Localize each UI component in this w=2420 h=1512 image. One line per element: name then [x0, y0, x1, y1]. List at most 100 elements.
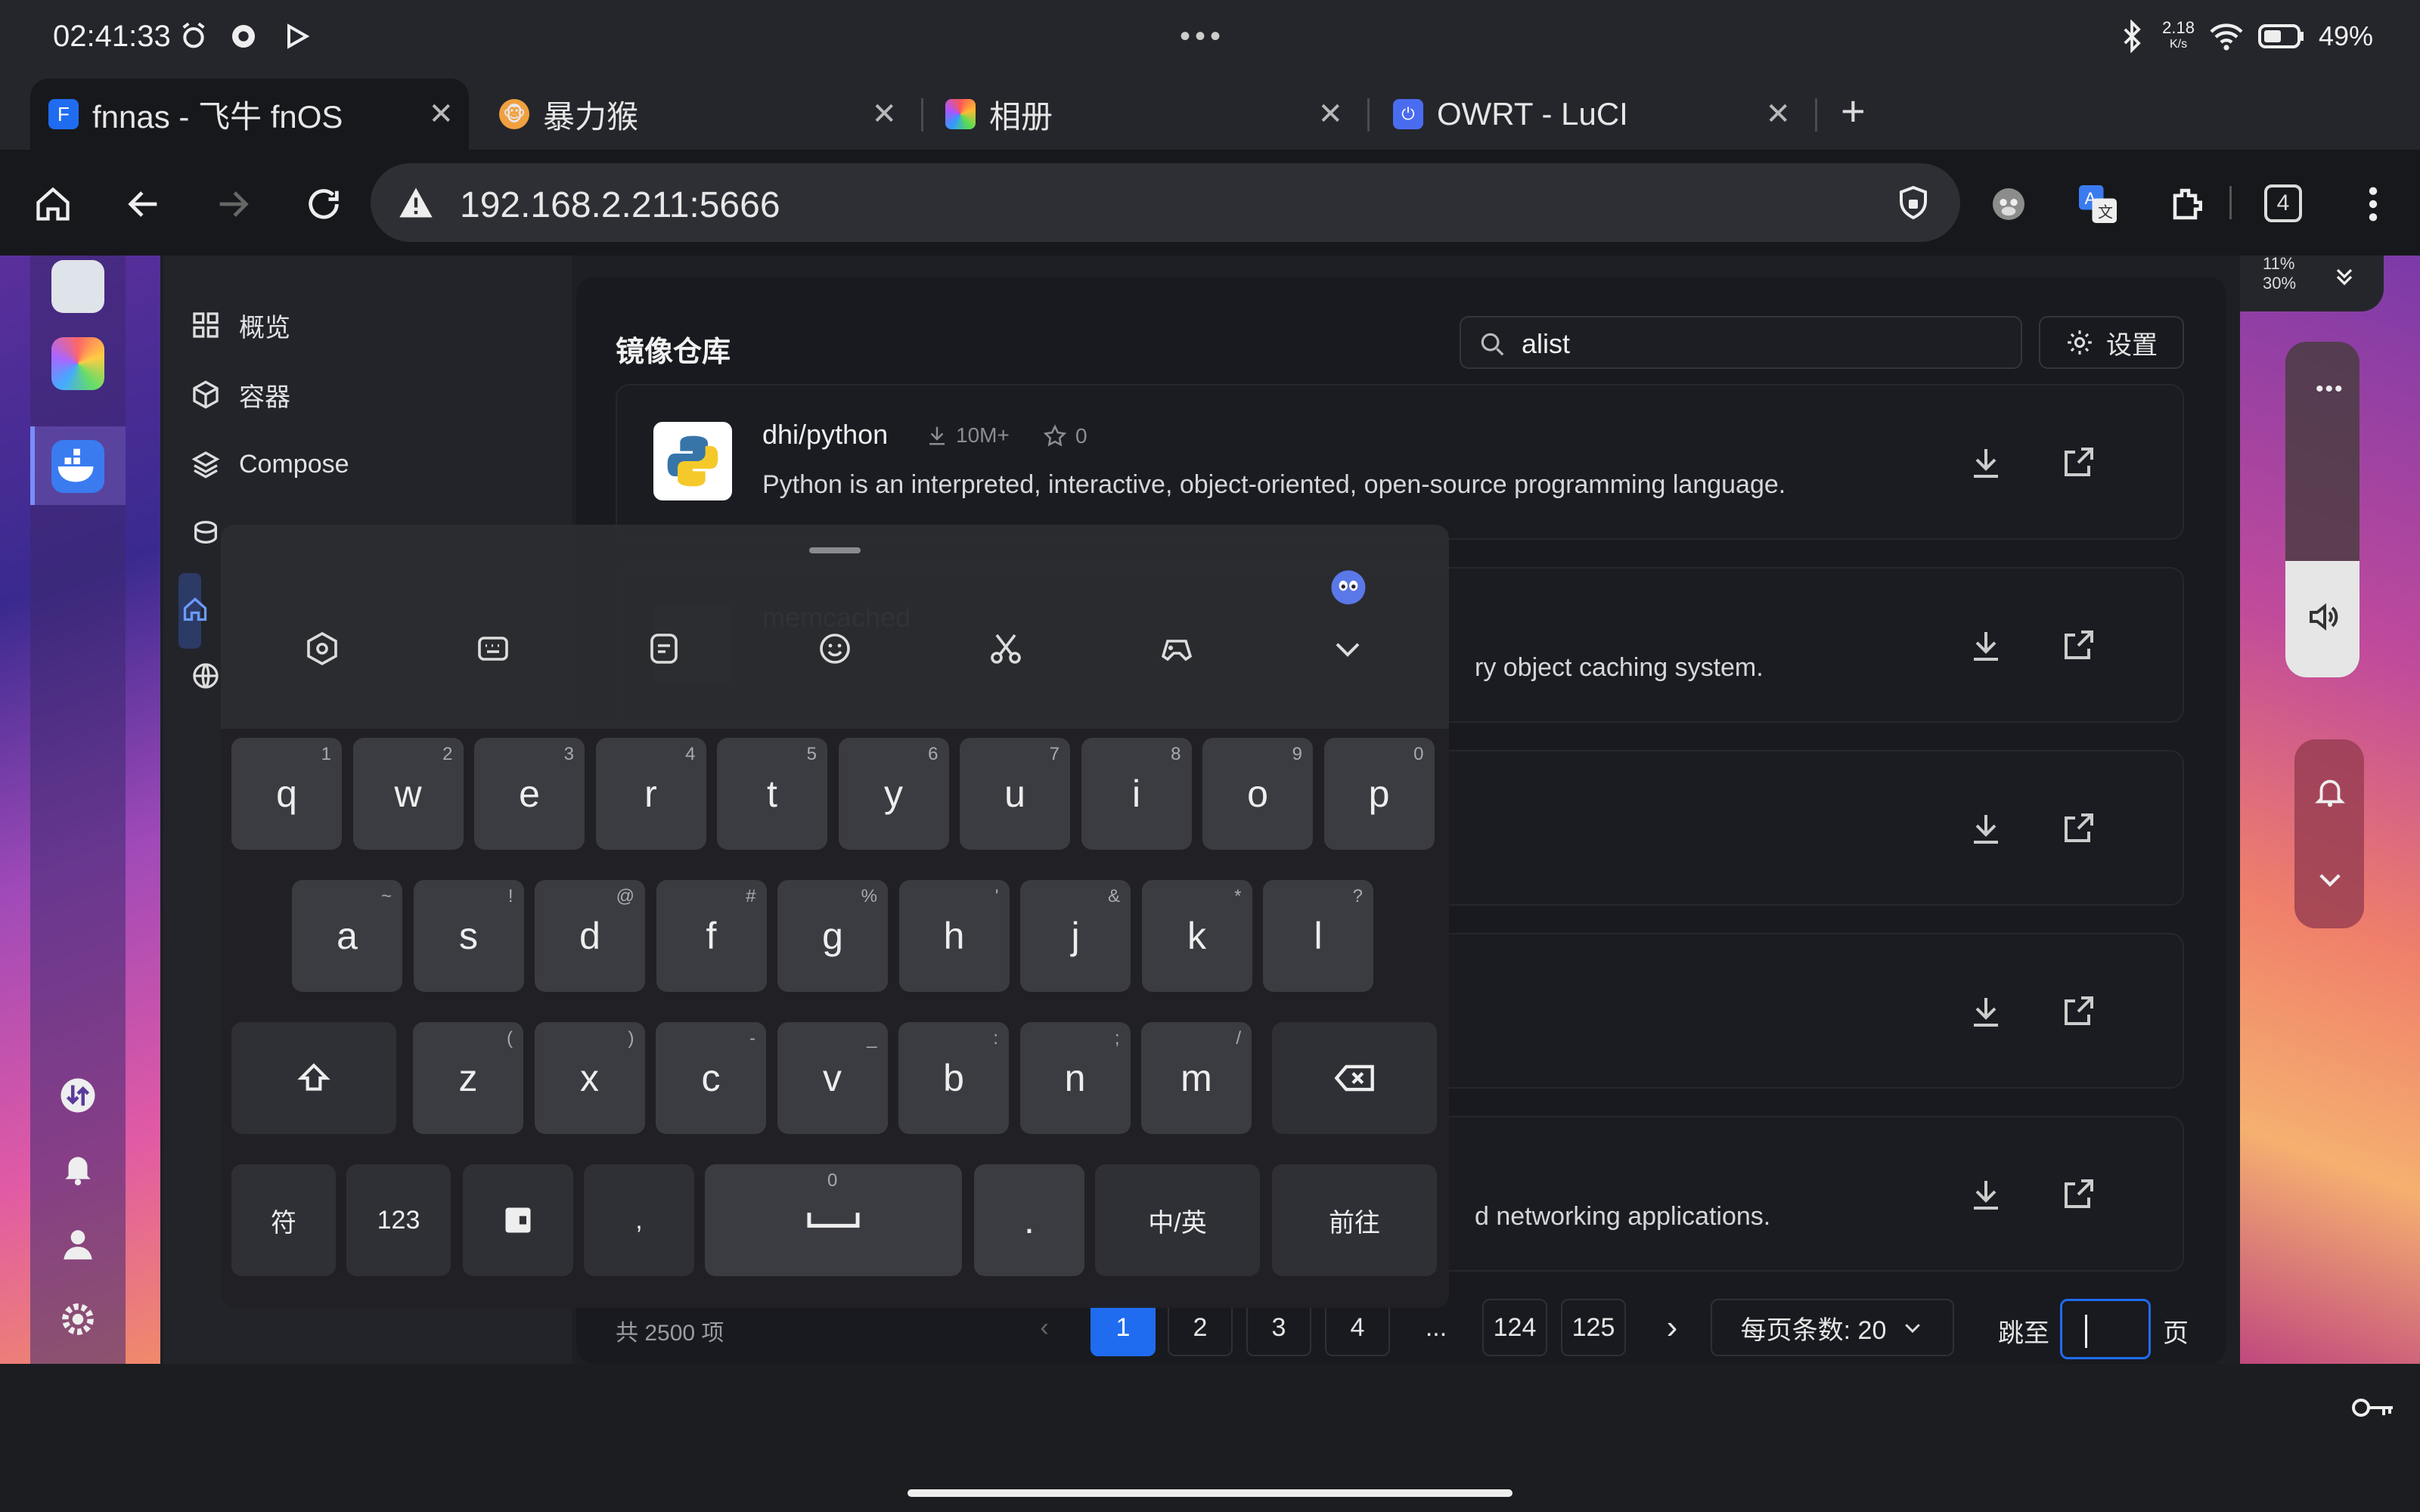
forward-button[interactable]: [210, 181, 256, 227]
key-t[interactable]: t5: [717, 738, 827, 850]
collapse-keyboard-icon[interactable]: [1329, 631, 1366, 667]
symbol-key[interactable]: 符: [231, 1164, 336, 1276]
number-key[interactable]: 123: [346, 1164, 451, 1276]
chevron-down-icon[interactable]: [2314, 863, 2346, 895]
pull-download-icon[interactable]: [1968, 993, 2004, 1030]
backspace-key[interactable]: [1272, 1022, 1437, 1134]
key-i[interactable]: i8: [1081, 738, 1192, 850]
page-size-select[interactable]: 每页条数: 20: [1711, 1299, 1954, 1356]
close-tab-icon[interactable]: ✕: [1765, 97, 1791, 132]
pull-download-icon[interactable]: [1968, 445, 2004, 481]
menu-button[interactable]: [2350, 181, 2396, 227]
page-button[interactable]: 124: [1482, 1299, 1547, 1356]
repo-card[interactable]: dhi/python 10M+ 0 Python is an interpret…: [616, 384, 2184, 540]
open-external-icon[interactable]: [2060, 445, 2096, 481]
clipboard-icon[interactable]: [646, 631, 682, 667]
dock-settings-icon[interactable]: [59, 1300, 97, 1338]
key-y[interactable]: y6: [838, 738, 949, 850]
key-p[interactable]: p0: [1323, 738, 1435, 850]
monkey-extension-button[interactable]: [1986, 181, 2031, 227]
tab-photos[interactable]: 相册 ✕: [927, 79, 1358, 150]
key-s[interactable]: s!: [413, 880, 524, 992]
key-q[interactable]: q1: [231, 738, 342, 850]
extensions-button[interactable]: [2166, 181, 2211, 227]
key-m[interactable]: m /: [1141, 1022, 1252, 1134]
double-chevron-icon[interactable]: [2331, 263, 2358, 290]
go-key[interactable]: 前往: [1272, 1164, 1437, 1276]
key-k[interactable]: k *: [1141, 880, 1252, 992]
dock-user-icon[interactable]: [59, 1225, 97, 1263]
close-tab-icon[interactable]: ✕: [428, 97, 454, 132]
translate-button[interactable]: A文: [2075, 181, 2121, 227]
page-button[interactable]: 125: [1561, 1299, 1626, 1356]
settings-button[interactable]: 设置: [2039, 316, 2184, 369]
key-r[interactable]: r4: [595, 738, 706, 850]
tab-violentmonkey[interactable]: 🐵 暴力猴 ✕: [481, 79, 912, 150]
url-text[interactable]: 192.168.2.211:5666: [460, 184, 780, 226]
address-bar[interactable]: 192.168.2.211:5666: [371, 163, 1960, 242]
key-d[interactable]: d @: [535, 880, 645, 992]
keyboard-drag-handle[interactable]: [809, 547, 861, 553]
key-h[interactable]: h ': [898, 880, 1010, 992]
assistant-bot-icon[interactable]: [1328, 567, 1369, 608]
jump-page-input[interactable]: [2060, 1299, 2151, 1359]
key-v[interactable]: v _: [777, 1022, 888, 1134]
keyboard-settings-icon[interactable]: [304, 631, 340, 667]
dock-transfer-icon[interactable]: [57, 1075, 98, 1116]
sidebar-item-compose[interactable]: Compose: [191, 442, 349, 487]
next-page-button[interactable]: ›: [1640, 1299, 1705, 1356]
key-j[interactable]: j &: [1020, 880, 1131, 992]
key-f[interactable]: f #: [656, 880, 767, 992]
key-o[interactable]: o9: [1202, 738, 1313, 850]
sidebar-item-overview[interactable]: 概览: [191, 302, 290, 348]
comma-key[interactable]: ,: [584, 1164, 694, 1276]
dock-bell-icon[interactable]: [59, 1149, 97, 1187]
pull-download-icon[interactable]: [1968, 810, 2004, 847]
tab-count-button[interactable]: 4: [2264, 184, 2302, 222]
search-input[interactable]: alist: [1460, 316, 2022, 369]
close-tab-icon[interactable]: ✕: [1317, 97, 1343, 132]
gamepad-icon[interactable]: [1159, 631, 1195, 667]
shift-key[interactable]: [231, 1022, 396, 1134]
new-tab-button[interactable]: +: [1841, 86, 1866, 135]
edit-key[interactable]: [463, 1164, 573, 1276]
key-g[interactable]: g%: [777, 880, 888, 992]
pull-download-icon[interactable]: [1968, 1176, 2004, 1213]
key-w[interactable]: w2: [352, 738, 464, 850]
pull-download-icon[interactable]: [1968, 627, 2004, 664]
back-button[interactable]: [121, 181, 166, 227]
dock-docker-icon[interactable]: [51, 440, 104, 493]
shield-icon[interactable]: [1895, 184, 1931, 221]
more-dots-icon[interactable]: •••: [1180, 20, 1225, 54]
keyboard-layout-icon[interactable]: [475, 631, 511, 667]
tab-openwrt[interactable]: ⏻ OWRT - LuCI ✕: [1375, 79, 1806, 150]
open-external-icon[interactable]: [2060, 1176, 2096, 1213]
notification-card[interactable]: [2294, 739, 2364, 928]
key-a[interactable]: a ~: [292, 880, 402, 992]
scissors-icon[interactable]: [988, 631, 1024, 667]
disk-icon[interactable]: [191, 517, 221, 547]
dock-apps-icon[interactable]: [51, 337, 104, 390]
tab-fnnas[interactable]: F fnnas - 飞牛 fnOS ✕: [30, 79, 469, 150]
key-n[interactable]: n;: [1019, 1022, 1131, 1134]
dock-monitor-icon[interactable]: [51, 260, 104, 313]
open-external-icon[interactable]: [2060, 993, 2096, 1030]
more-dots-icon[interactable]: •••: [2316, 376, 2344, 402]
key-b[interactable]: b:: [898, 1022, 1009, 1134]
open-external-icon[interactable]: [2060, 810, 2096, 847]
emoji-icon[interactable]: [817, 631, 853, 667]
close-tab-icon[interactable]: ✕: [871, 97, 897, 132]
home-button[interactable]: [30, 181, 76, 227]
sidebar-item-containers[interactable]: 容器: [191, 372, 290, 417]
repo-name[interactable]: dhi/python: [762, 419, 888, 451]
key-z[interactable]: z(: [413, 1022, 523, 1134]
globe-icon[interactable]: [191, 661, 221, 691]
resource-monitor[interactable]: 11% 30%: [2240, 256, 2384, 311]
key-c[interactable]: c-: [656, 1022, 766, 1134]
gesture-nav-bar[interactable]: [908, 1489, 1512, 1497]
volume-slider[interactable]: •••: [2285, 342, 2360, 677]
key-e[interactable]: e3: [474, 738, 585, 850]
space-key[interactable]: 0: [705, 1164, 962, 1276]
key-u[interactable]: u7: [960, 738, 1070, 850]
language-switch-key[interactable]: 中/英: [1095, 1164, 1260, 1276]
